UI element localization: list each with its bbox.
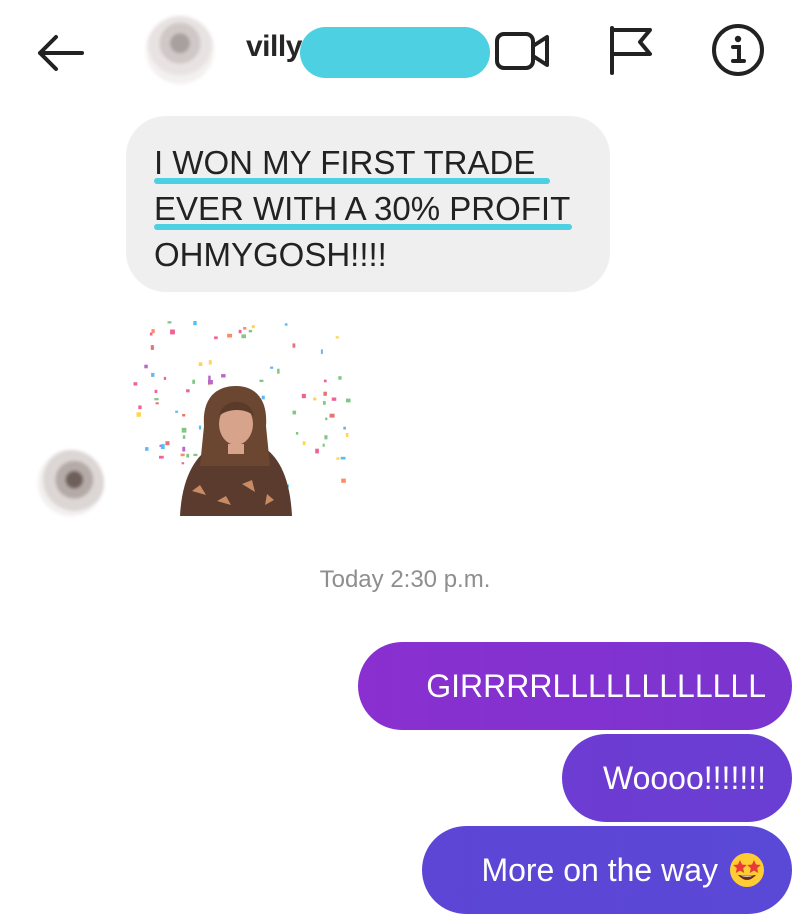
confetti-piece	[335, 336, 339, 339]
confetti-piece	[160, 444, 165, 449]
confetti-piece	[151, 372, 155, 377]
confetti-piece	[227, 333, 232, 338]
confetti-piece	[208, 360, 212, 365]
confetti-piece	[151, 329, 155, 334]
confetti-piece	[292, 343, 296, 348]
confetti-piece	[329, 413, 335, 418]
confetti-piece	[170, 329, 175, 335]
video-camera-icon	[495, 32, 549, 70]
confetti-piece	[155, 402, 159, 405]
confetti-piece	[154, 398, 159, 401]
confetti-piece	[277, 368, 280, 374]
confetti-piece	[182, 414, 186, 417]
sent-message-bubble[interactable]: Woooo!!!!!!!	[562, 734, 792, 822]
confetti-piece	[320, 349, 323, 354]
confetti-piece	[248, 329, 253, 333]
confetti-piece	[313, 397, 317, 401]
confetti-piece	[238, 329, 242, 334]
contact-username[interactable]: villy	[246, 30, 302, 64]
confetti-piece	[198, 362, 203, 366]
celebration-sticker[interactable]	[122, 316, 358, 516]
sent-message-text: More on the way	[481, 851, 718, 888]
confetti-piece	[138, 405, 142, 410]
confetti-piece	[198, 425, 202, 430]
highlight-underline	[154, 178, 550, 184]
confetti-piece	[181, 462, 185, 465]
confetti-piece	[193, 321, 197, 326]
confetti-piece	[186, 389, 190, 393]
info-icon	[712, 24, 764, 76]
confetti-piece	[270, 366, 274, 369]
confetti-piece	[340, 456, 346, 460]
confetti-piece	[341, 478, 346, 483]
report-button[interactable]	[606, 24, 654, 76]
confetti-piece	[261, 395, 265, 400]
star-struck-emoji-icon	[728, 851, 766, 889]
confetti-piece	[251, 325, 255, 329]
sent-message-bubble[interactable]: More on the way	[422, 826, 792, 914]
confetti-piece	[193, 453, 198, 456]
video-call-button[interactable]	[494, 26, 552, 76]
confetti-piece	[165, 441, 170, 446]
confetti-piece	[136, 412, 141, 417]
redaction-overlay	[300, 27, 490, 78]
back-button[interactable]	[30, 28, 90, 78]
confetti-piece	[338, 376, 342, 380]
arrow-left-icon	[38, 35, 84, 71]
confetti-piece	[145, 447, 149, 451]
confetti-piece	[345, 433, 349, 437]
confetti-piece	[323, 379, 327, 383]
confetti-piece	[149, 332, 153, 336]
confetti-piece	[302, 441, 306, 446]
confetti-piece	[331, 397, 337, 401]
confetti-piece	[324, 435, 328, 440]
confetti-piece	[186, 453, 190, 458]
confetti-piece	[181, 427, 187, 433]
confetti-piece	[175, 410, 179, 413]
confetti-piece	[159, 455, 164, 459]
flag-icon	[610, 26, 652, 75]
highlight-underline	[154, 224, 572, 230]
confetti-piece	[192, 379, 195, 384]
sent-message-text: GIRRRRLLLLLLLLLLLL	[426, 667, 766, 704]
confetti-piece	[284, 323, 288, 326]
confetti-piece	[243, 327, 247, 330]
confetti-piece	[259, 379, 264, 382]
confetti-piece	[323, 401, 326, 405]
confetti-piece	[167, 321, 172, 324]
confetti-piece	[315, 448, 319, 454]
confetti-piece	[208, 380, 213, 385]
confetti-piece	[346, 398, 351, 403]
confetti-piece	[208, 375, 211, 381]
info-button[interactable]	[710, 22, 766, 78]
confetti-piece	[221, 374, 226, 378]
confetti-piece	[336, 457, 340, 460]
received-message-text: I WON MY FIRST TRADE EVER WITH A 30% PRO…	[154, 140, 572, 278]
confetti-piece	[323, 391, 327, 396]
confetti-piece	[182, 446, 186, 452]
confetti-piece	[325, 417, 328, 421]
confetti-piece	[180, 453, 185, 457]
contact-avatar[interactable]	[146, 16, 214, 84]
sent-message-text: Woooo!!!!!!!	[602, 759, 766, 796]
message-timestamp: Today 2:30 p.m.	[319, 566, 491, 593]
confetti-piece	[214, 336, 218, 340]
confetti-piece	[301, 393, 306, 399]
message-line: OHMYGOSH!!!!	[154, 236, 387, 273]
confetti-piece	[182, 435, 186, 439]
confetti-piece	[343, 426, 346, 430]
contact-avatar-small[interactable]	[38, 450, 104, 516]
confetti-piece	[322, 443, 325, 447]
confetti-piece	[133, 382, 138, 386]
sent-message-bubble[interactable]: GIRRRRLLLLLLLLLLLL	[358, 642, 792, 730]
confetti-piece	[144, 364, 148, 369]
person-figure	[180, 386, 292, 516]
confetti-piece	[295, 432, 299, 435]
confetti-piece	[154, 389, 158, 393]
confetti-piece	[150, 345, 154, 350]
confetti-piece	[163, 376, 167, 380]
confetti-piece	[292, 410, 297, 415]
confetti-piece	[241, 334, 246, 339]
confetti-person-image	[133, 321, 351, 516]
